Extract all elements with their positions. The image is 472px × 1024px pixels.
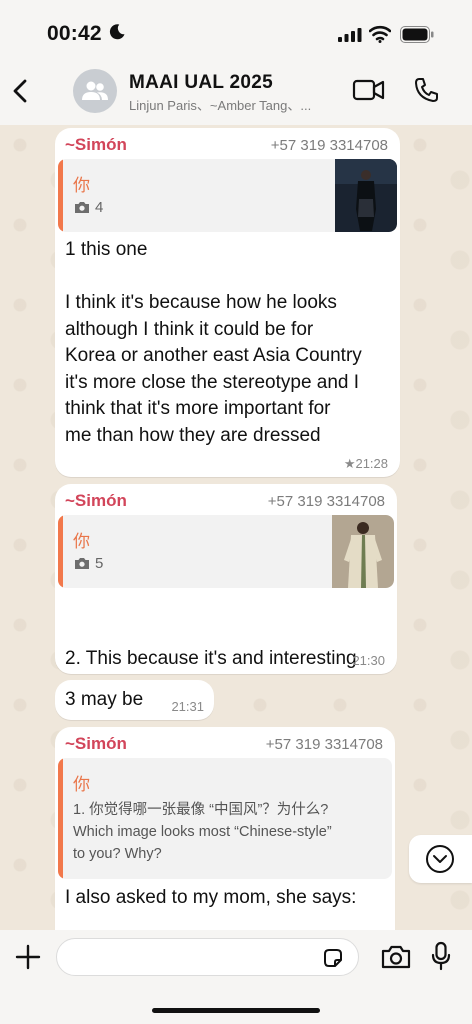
quote-line: to you? Why? — [73, 846, 162, 862]
quote-text: 1. 你觉得哪一张最像 “中国风”？为什么? Which image looks… — [73, 799, 388, 865]
sender-name[interactable]: ~Simón — [65, 734, 127, 754]
camera-icon — [75, 558, 89, 569]
back-icon[interactable] — [8, 76, 34, 106]
group-avatar[interactable] — [73, 69, 117, 113]
text-line: it's more close the stereotype and I — [65, 371, 360, 393]
message-time: 21:30 — [352, 653, 385, 668]
scroll-to-bottom-button[interactable] — [409, 835, 472, 883]
quote-line: 1. 你觉得哪一张最像 “中国风”？为什么? — [73, 802, 329, 818]
photo-count: 5 — [95, 555, 104, 572]
message-text: I also asked to my mom, she says: — [65, 887, 357, 908]
quoted-message[interactable]: 你 1. 你觉得哪一张最像 “中国风”？为什么? Which image loo… — [58, 758, 392, 879]
quote-accent-bar — [58, 758, 63, 879]
message-input[interactable] — [56, 938, 359, 976]
message-bubble[interactable]: ~Simón +57 319 3314708 你 4 1 this one I … — [55, 128, 400, 477]
text-line: although I think it could be for — [65, 318, 314, 340]
video-icon[interactable] — [352, 78, 386, 102]
text-line — [65, 264, 395, 291]
text-line: I think it's because how he looks — [65, 292, 337, 313]
sender-name[interactable]: ~Simón — [65, 135, 127, 155]
mic-icon[interactable] — [431, 941, 451, 971]
message-bubble[interactable]: ~Simón +57 319 3314708 你 5 2. This becau… — [55, 484, 397, 749]
sticker-icon[interactable] — [322, 947, 344, 969]
moon-icon — [109, 24, 125, 40]
message-text: 3 may be — [65, 689, 144, 710]
quote-author: 你 — [73, 775, 90, 794]
wifi-icon — [369, 25, 391, 43]
photo-count: 4 — [95, 199, 104, 216]
quote-line: Which image looks most “Chinese-style” — [73, 824, 332, 840]
text-line: think that it's more important for — [65, 398, 331, 419]
status-bar: 00:42 — [0, 0, 472, 64]
chat-members[interactable]: Linjun Paris、~Amber Tang、... — [129, 95, 339, 114]
plus-icon[interactable] — [15, 944, 41, 970]
message-bubble[interactable]: 3 may be 21:31 — [55, 680, 214, 720]
sender-phone: +57 319 3314708 — [265, 736, 383, 753]
quoted-message[interactable]: 你 4 — [58, 159, 397, 232]
status-time: 00:42 — [47, 22, 102, 45]
text-line: 1 this one — [65, 239, 148, 260]
message-text: 1 this one I think it's because how he l… — [65, 237, 395, 449]
group-icon — [82, 81, 108, 100]
quote-author: 你 — [73, 532, 90, 551]
phone-icon[interactable] — [413, 76, 439, 104]
message-time: ★21:28 — [343, 456, 388, 471]
home-indicator — [152, 1008, 320, 1013]
quote-photo-count: 5 — [74, 555, 103, 572]
text-line: me than how they are dressed — [65, 424, 321, 446]
chat-title[interactable]: MAAI UAL 2025 — [129, 72, 273, 94]
sender-phone: +57 319 3314708 — [267, 493, 385, 510]
signal-icon — [338, 28, 362, 42]
photo-thumbnail[interactable] — [332, 515, 394, 588]
chat-header: MAAI UAL 2025 Linjun Paris、~Amber Tang、.… — [0, 64, 472, 126]
quote-photo-count: 4 — [74, 199, 103, 216]
text-line: 2. This because it's and interesting — [65, 648, 357, 669]
photo-thumbnail[interactable] — [335, 159, 397, 232]
quote-author: 你 — [73, 176, 90, 195]
quoted-message[interactable]: 你 5 — [58, 515, 394, 588]
chevron-down-icon — [426, 845, 454, 873]
text-line: Korea or another east Asia Country — [65, 345, 362, 366]
camera-icon — [75, 202, 89, 213]
composer-bar — [0, 930, 472, 1024]
message-time: 21:31 — [171, 699, 204, 714]
camera-icon[interactable] — [381, 944, 411, 970]
message-bubble[interactable]: ~Simón +57 319 3314708 你 1. 你觉得哪一张最像 “中国… — [55, 727, 395, 947]
sender-name[interactable]: ~Simón — [65, 491, 127, 511]
quote-accent-bar — [58, 159, 63, 232]
quote-accent-bar — [58, 515, 63, 588]
battery-icon — [400, 26, 434, 43]
sender-phone: +57 319 3314708 — [270, 137, 388, 154]
